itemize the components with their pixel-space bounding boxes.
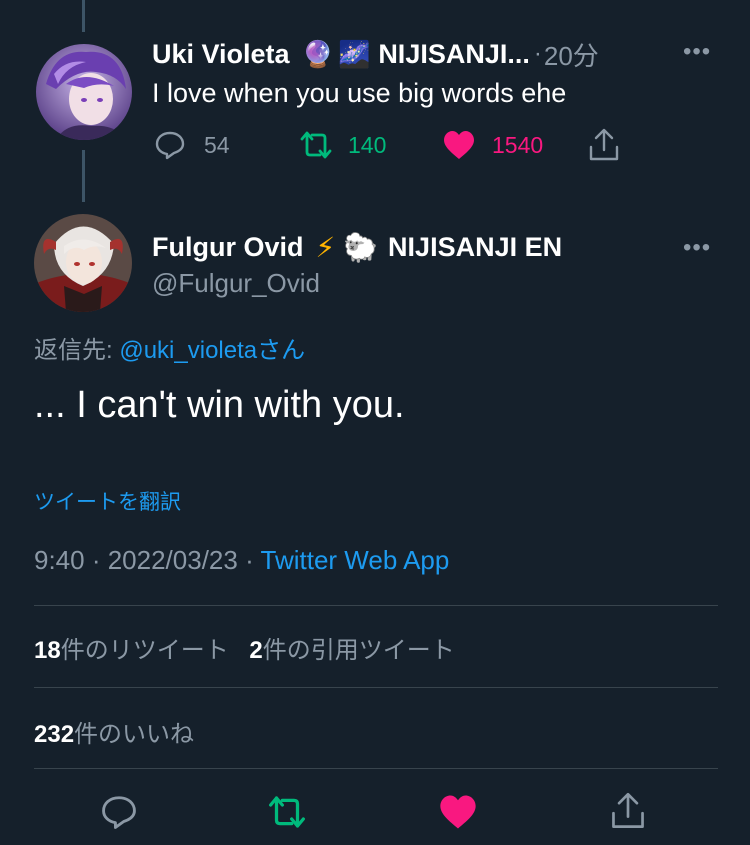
main-share-button[interactable] xyxy=(610,792,646,835)
retweet-icon xyxy=(300,131,332,159)
main-retweet-button[interactable] xyxy=(266,794,308,835)
parent-time-ago[interactable]: 20分 xyxy=(544,36,599,73)
main-like-button[interactable] xyxy=(438,794,478,835)
reply-to-prefix: 返信先: xyxy=(34,337,120,364)
reply-to-line: 返信先: @uki_violetaさん xyxy=(34,330,305,365)
quote-tweets-label: 件の引用ツイート xyxy=(262,637,455,664)
tweet-source-link[interactable]: Twitter Web App xyxy=(261,545,450,575)
main-affiliation[interactable]: NIJISANJI EN xyxy=(388,232,562,263)
thread-line-bottom xyxy=(82,150,85,202)
retweets-label: 件のリツイート xyxy=(60,637,229,664)
parent-share-button[interactable] xyxy=(588,128,620,167)
divider-1 xyxy=(34,605,718,606)
tweet-date[interactable]: 2022/03/23 xyxy=(108,545,238,575)
uki-avatar[interactable] xyxy=(36,44,132,140)
main-tweet-text: ... I can't win with you. xyxy=(34,384,405,426)
timestamp-line: 9:40 · 2022/03/23 · Twitter Web App xyxy=(34,545,449,576)
reply-to-suffix: さん xyxy=(257,337,306,364)
retweets-link[interactable]: 18件のリツイート xyxy=(34,637,229,664)
parent-retweet-button[interactable]: 140 xyxy=(298,130,386,160)
main-tweet-header: Fulgur Ovid ⚡ 🐑 NIJISANJI EN xyxy=(152,228,562,266)
parent-like-button[interactable]: 1540 xyxy=(442,130,543,160)
translate-tweet-link[interactable]: ツイートを翻訳 xyxy=(34,486,181,516)
parent-display-name[interactable]: Uki Violeta xyxy=(152,39,290,70)
divider-3 xyxy=(34,768,718,769)
crystal-ball-emoji: 🔮 xyxy=(301,38,334,69)
reply-to-handle-link[interactable]: @uki_violetaさん xyxy=(119,337,305,364)
likes-count: 232 xyxy=(34,721,75,748)
parent-tweet-header: Uki Violeta 🔮 🌌 NIJISANJI... · 20分 xyxy=(152,36,599,72)
parent-like-count: 1540 xyxy=(492,131,544,158)
parent-affiliation[interactable]: NIJISANJI... xyxy=(378,39,530,70)
quote-tweets-link[interactable]: 2件の引用ツイート xyxy=(249,637,454,664)
like-icon xyxy=(440,795,476,829)
divider-2 xyxy=(34,687,718,688)
quote-tweets-count: 2 xyxy=(249,637,263,664)
parent-tweet-text: I love when you use big words ehe xyxy=(152,78,567,108)
dot-separator-2: · xyxy=(237,545,261,575)
reply-icon xyxy=(102,796,136,829)
like-icon xyxy=(444,131,474,159)
share-icon xyxy=(589,128,619,161)
parent-reply-count: 54 xyxy=(204,131,230,158)
retweet-icon xyxy=(269,796,305,828)
tweet-time[interactable]: 9:40 xyxy=(34,545,85,575)
reply-icon xyxy=(155,131,185,160)
lightning-emoji: ⚡ xyxy=(315,231,336,263)
likes-label: 件のいいね xyxy=(74,721,195,748)
parent-more-icon[interactable]: ••• xyxy=(683,38,711,66)
retweets-count: 18 xyxy=(34,637,61,664)
likes-stats[interactable]: 232件のいいね xyxy=(34,714,194,749)
retweet-stats: 18件のリツイート 2件の引用ツイート xyxy=(34,630,455,665)
share-icon xyxy=(612,792,644,828)
parent-reply-button[interactable]: 54 xyxy=(154,130,230,160)
dot-separator-1: · xyxy=(84,545,108,575)
main-display-name[interactable]: Fulgur Ovid xyxy=(152,232,304,263)
thread-line-top xyxy=(82,0,85,32)
main-more-icon[interactable]: ••• xyxy=(683,234,711,262)
milky-way-emoji: 🌌 xyxy=(337,38,371,69)
main-handle[interactable]: @Fulgur_Ovid xyxy=(152,268,320,299)
header-separator: · xyxy=(533,40,542,67)
main-reply-button[interactable] xyxy=(100,794,138,835)
parent-retweet-count: 140 xyxy=(348,131,387,158)
fulgur-avatar[interactable] xyxy=(34,214,132,312)
reply-to-handle: @uki_violeta xyxy=(119,337,258,364)
sheep-emoji: 🐑 xyxy=(343,231,379,263)
